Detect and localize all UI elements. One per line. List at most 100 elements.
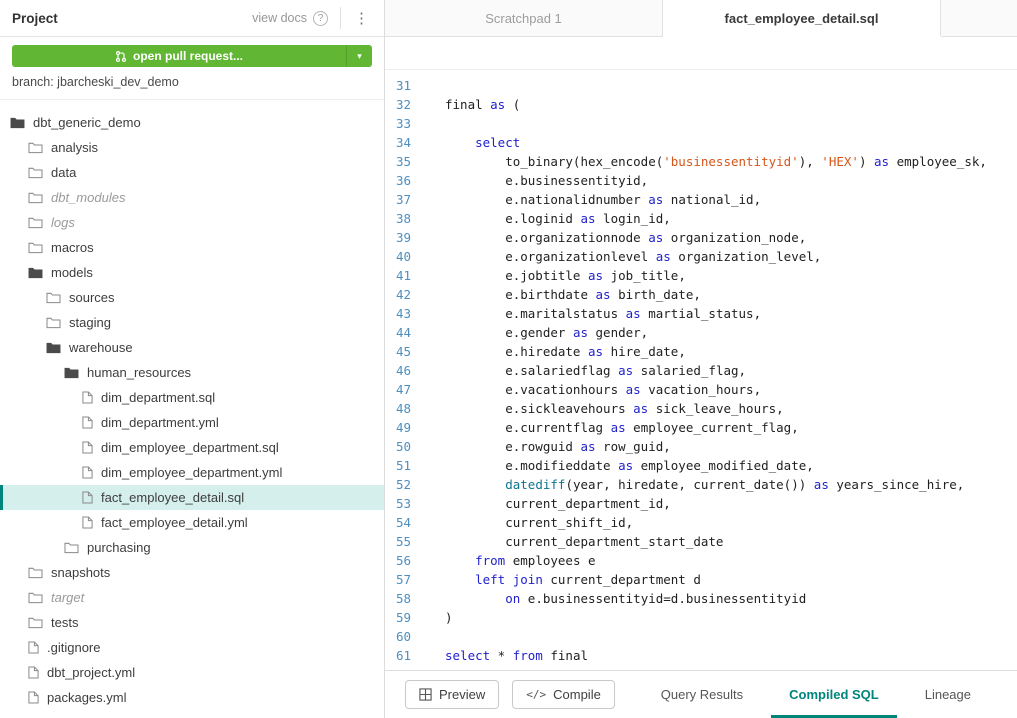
code-line-49[interactable]: 49 e.currentflag as employee_current_fla… bbox=[385, 418, 1017, 437]
tree-item-label: human_resources bbox=[87, 365, 191, 380]
tree-item-dim_department.sql[interactable]: dim_department.sql bbox=[0, 385, 384, 410]
code-line-50[interactable]: 50 e.rowguid as row_guid, bbox=[385, 437, 1017, 456]
line-number: 37 bbox=[385, 190, 425, 209]
code-line-48[interactable]: 48 e.sickleavehours as sick_leave_hours, bbox=[385, 399, 1017, 418]
tree-item-snapshots[interactable]: snapshots bbox=[0, 560, 384, 585]
code-line-53[interactable]: 53 current_department_id, bbox=[385, 494, 1017, 513]
grid-icon bbox=[419, 688, 432, 701]
tree-item-label: logs bbox=[51, 215, 75, 230]
code-line-34[interactable]: 34 select bbox=[385, 133, 1017, 152]
code-line-59[interactable]: 59) bbox=[385, 608, 1017, 627]
tab-label: Lineage bbox=[925, 687, 971, 702]
tab-lineage[interactable]: Lineage bbox=[907, 671, 989, 718]
tree-item-analysis[interactable]: analysis bbox=[0, 135, 384, 160]
folder-icon bbox=[28, 141, 43, 154]
code-line-47[interactable]: 47 e.vacationhours as vacation_hours, bbox=[385, 380, 1017, 399]
code-line-33[interactable]: 33 bbox=[385, 114, 1017, 133]
code-text: current_shift_id, bbox=[425, 513, 633, 532]
code-editor[interactable]: 3132final as (3334 select35 to_binary(he… bbox=[385, 70, 1017, 670]
line-number: 40 bbox=[385, 247, 425, 266]
tree-item-tests[interactable]: tests bbox=[0, 610, 384, 635]
project-title: Project bbox=[12, 11, 252, 26]
folder-icon bbox=[28, 241, 43, 254]
git-pull-request-icon bbox=[115, 50, 127, 63]
tree-item-dim_employee_department.yml[interactable]: dim_employee_department.yml bbox=[0, 460, 384, 485]
tree-item-sources[interactable]: sources bbox=[0, 285, 384, 310]
code-line-32[interactable]: 32final as ( bbox=[385, 95, 1017, 114]
tree-item-data[interactable]: data bbox=[0, 160, 384, 185]
code-line-41[interactable]: 41 e.jobtitle as job_title, bbox=[385, 266, 1017, 285]
tree-item-packages.yml[interactable]: packages.yml bbox=[0, 685, 384, 710]
tree-item-human_resources[interactable]: human_resources bbox=[0, 360, 384, 385]
code-line-58[interactable]: 58 on e.businessentityid=d.businessentit… bbox=[385, 589, 1017, 608]
help-icon[interactable]: ? bbox=[313, 11, 328, 26]
line-number: 34 bbox=[385, 133, 425, 152]
code-text: e.currentflag as employee_current_flag, bbox=[425, 418, 799, 437]
code-line-31[interactable]: 31 bbox=[385, 76, 1017, 95]
code-line-60[interactable]: 60 bbox=[385, 627, 1017, 646]
tabbar-filler bbox=[941, 0, 1017, 36]
pull-request-button-label: open pull request... bbox=[133, 49, 243, 63]
tree-item-purchasing[interactable]: purchasing bbox=[0, 535, 384, 560]
tree-item-warehouse[interactable]: warehouse bbox=[0, 335, 384, 360]
code-line-37[interactable]: 37 e.nationalidnumber as national_id, bbox=[385, 190, 1017, 209]
tree-item-dim_department.yml[interactable]: dim_department.yml bbox=[0, 410, 384, 435]
tree-item-macros[interactable]: macros bbox=[0, 235, 384, 260]
tree-item-.gitignore[interactable]: .gitignore bbox=[0, 635, 384, 660]
open-pull-request-button[interactable]: open pull request... ▾ bbox=[12, 45, 372, 67]
folder-open-icon bbox=[64, 366, 79, 379]
tab-query-results[interactable]: Query Results bbox=[643, 671, 761, 718]
code-line-46[interactable]: 46 e.salariedflag as salaried_flag, bbox=[385, 361, 1017, 380]
code-line-61[interactable]: 61select * from final bbox=[385, 646, 1017, 665]
line-number: 35 bbox=[385, 152, 425, 171]
tree-item-logs[interactable]: logs bbox=[0, 210, 384, 235]
tree-item-dbt_modules[interactable]: dbt_modules bbox=[0, 185, 384, 210]
code-line-54[interactable]: 54 current_shift_id, bbox=[385, 513, 1017, 532]
branch-label: branch: jbarcheski_dev_demo bbox=[0, 67, 384, 100]
preview-button[interactable]: Preview bbox=[405, 680, 499, 709]
code-line-35[interactable]: 35 to_binary(hex_encode('businessentityi… bbox=[385, 152, 1017, 171]
code-line-42[interactable]: 42 e.birthdate as birth_date, bbox=[385, 285, 1017, 304]
kebab-menu-icon[interactable]: ⋮ bbox=[349, 9, 374, 27]
tree-item-label: staging bbox=[69, 315, 111, 330]
compile-button[interactable]: </> Compile bbox=[512, 680, 615, 709]
tab-fact-employee-detail-sql[interactable]: fact_employee_detail.sql bbox=[663, 0, 941, 36]
code-line-51[interactable]: 51 e.modifieddate as employee_modified_d… bbox=[385, 456, 1017, 475]
tree-item-fact_employee_detail.sql[interactable]: fact_employee_detail.sql bbox=[0, 485, 384, 510]
code-line-36[interactable]: 36 e.businessentityid, bbox=[385, 171, 1017, 190]
tab-compiled-sql[interactable]: Compiled SQL bbox=[771, 671, 897, 718]
code-line-52[interactable]: 52 datediff(year, hiredate, current_date… bbox=[385, 475, 1017, 494]
tree-item-label: data bbox=[51, 165, 76, 180]
code-line-38[interactable]: 38 e.loginid as login_id, bbox=[385, 209, 1017, 228]
code-text: e.maritalstatus as martial_status, bbox=[425, 304, 761, 323]
code-line-40[interactable]: 40 e.organizationlevel as organization_l… bbox=[385, 247, 1017, 266]
code-line-55[interactable]: 55 current_department_start_date bbox=[385, 532, 1017, 551]
file-icon bbox=[28, 691, 39, 704]
tree-item-label: warehouse bbox=[69, 340, 133, 355]
pull-request-dropdown-caret[interactable]: ▾ bbox=[346, 45, 372, 67]
editor-toolbar-strip bbox=[385, 37, 1017, 70]
code-line-45[interactable]: 45 e.hiredate as hire_date, bbox=[385, 342, 1017, 361]
code-line-56[interactable]: 56 from employees e bbox=[385, 551, 1017, 570]
tree-item-dim_employee_department.sql[interactable]: dim_employee_department.sql bbox=[0, 435, 384, 460]
tree-item-dbt_generic_demo[interactable]: dbt_generic_demo bbox=[0, 110, 384, 135]
code-line-57[interactable]: 57 left join current_department d bbox=[385, 570, 1017, 589]
tree-item-label: analysis bbox=[51, 140, 98, 155]
code-text: current_department_id, bbox=[425, 494, 671, 513]
tree-item-staging[interactable]: staging bbox=[0, 310, 384, 335]
tree-item-dbt_project.yml[interactable]: dbt_project.yml bbox=[0, 660, 384, 685]
code-line-43[interactable]: 43 e.maritalstatus as martial_status, bbox=[385, 304, 1017, 323]
tree-item-label: dim_department.sql bbox=[101, 390, 215, 405]
line-number: 50 bbox=[385, 437, 425, 456]
code-text: to_binary(hex_encode('businessentityid')… bbox=[425, 152, 987, 171]
chevron-down-icon: ▾ bbox=[357, 51, 362, 62]
code-line-44[interactable]: 44 e.gender as gender, bbox=[385, 323, 1017, 342]
tree-item-fact_employee_detail.yml[interactable]: fact_employee_detail.yml bbox=[0, 510, 384, 535]
tab-scratchpad-1[interactable]: Scratchpad 1 bbox=[385, 0, 663, 36]
view-docs-link[interactable]: view docs bbox=[252, 11, 307, 25]
code-line-39[interactable]: 39 e.organizationnode as organization_no… bbox=[385, 228, 1017, 247]
pull-request-button-main[interactable]: open pull request... bbox=[12, 45, 346, 67]
code-text: from employees e bbox=[425, 551, 596, 570]
tree-item-target[interactable]: target bbox=[0, 585, 384, 610]
tree-item-models[interactable]: models bbox=[0, 260, 384, 285]
